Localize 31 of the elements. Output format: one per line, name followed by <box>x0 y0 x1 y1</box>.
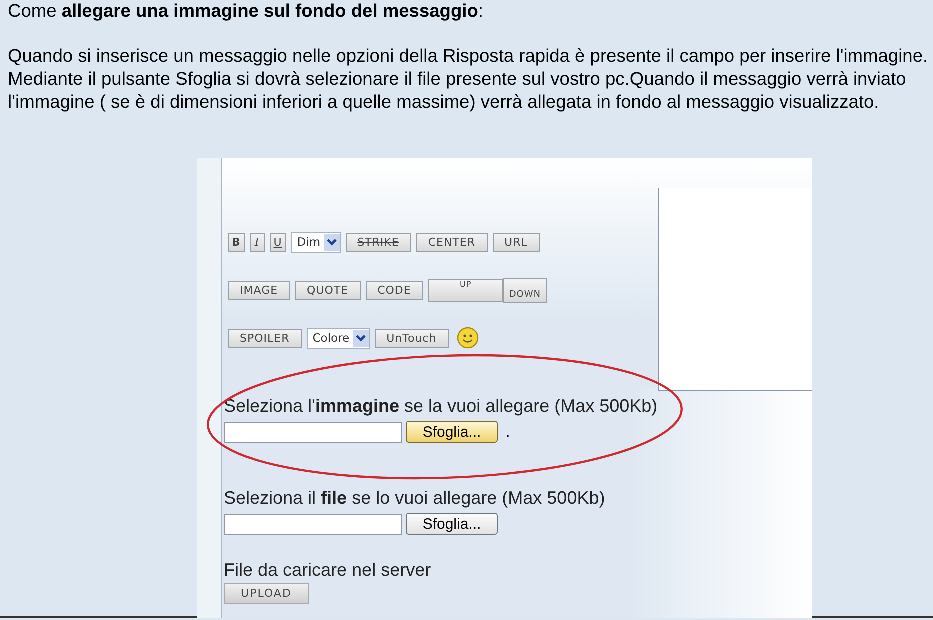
toolbar-button[interactable]: B <box>228 232 245 252</box>
upload-button[interactable]: UPLOAD <box>224 583 309 604</box>
toolbar-button[interactable]: CODE <box>366 280 424 300</box>
field-label: Seleziona l'immagine se la vuoi allegare (Max 500Kb) <box>224 395 658 417</box>
file-path-field[interactable] <box>224 422 402 442</box>
toolbar-button[interactable]: UnTouch <box>374 328 449 348</box>
toolbar-button[interactable]: UP <box>428 278 504 302</box>
paragraph-line: l'immagine ( se è di dimensioni inferiori a quelle massime) verrà allegata in fondo al messaggio visualizzato. <box>8 90 880 113</box>
toolbar-button[interactable]: SPOILER <box>228 328 302 348</box>
dropdown[interactable]: Colore <box>306 328 370 348</box>
field-label: File da caricare nel server <box>224 559 432 581</box>
toolbar-button[interactable]: IMAGE <box>228 280 290 300</box>
field-label: Seleziona il file se lo vuoi allegare (Max 500Kb) <box>224 487 606 509</box>
toolbar-button[interactable]: DOWN <box>503 278 548 302</box>
browse-button[interactable]: Sfoglia... <box>406 421 498 443</box>
toolbar-button[interactable]: I <box>250 232 265 252</box>
toolbar-button[interactable]: QUOTE <box>295 280 361 300</box>
paragraph-line: Mediante il pulsante Sfoglia si dovrà selezionare il file presente sul vostro pc.Quando il messaggio verrà inviato <box>8 67 908 90</box>
toolbar-button[interactable]: URL <box>492 232 540 252</box>
dropdown[interactable]: Dim <box>291 232 341 252</box>
toolbar-button[interactable]: CENTER <box>416 232 488 252</box>
smiley-icon[interactable] <box>456 327 479 349</box>
browse-button[interactable]: Sfoglia... <box>406 513 498 535</box>
heading-text: Come allegare una immagine sul fondo del messaggio: <box>8 0 484 22</box>
toolbar-button[interactable]: U <box>270 232 286 252</box>
dot-text: . <box>506 424 510 440</box>
paragraph-line: Quando si inserisce un messaggio nelle opzioni della Risposta rapida è presente il campo per inserire l'immagine. <box>8 44 930 67</box>
chevron-down-icon <box>326 237 338 247</box>
toolbar-button[interactable]: STRIKE <box>346 232 412 252</box>
chevron-down-icon <box>354 333 367 343</box>
file-path-field[interactable] <box>224 514 402 534</box>
